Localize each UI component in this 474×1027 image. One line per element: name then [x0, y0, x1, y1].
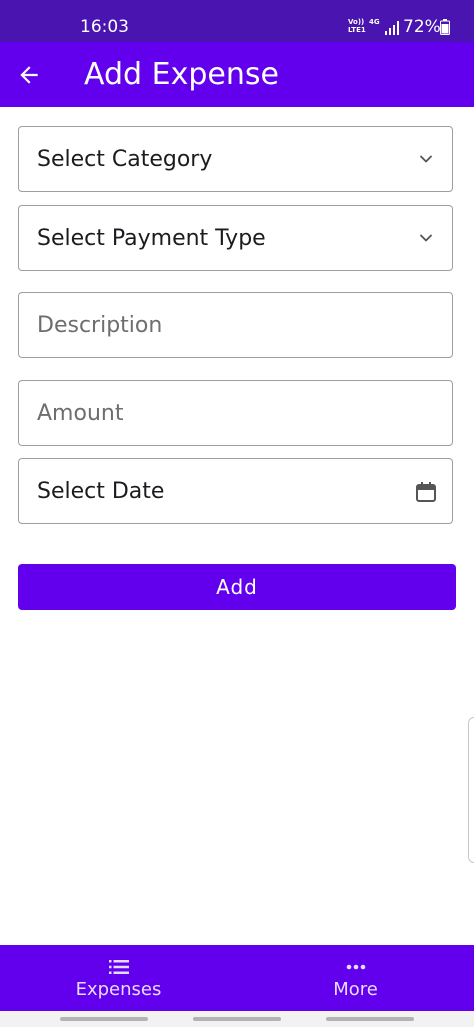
bottom-nav: Expenses More: [0, 945, 474, 1011]
network-label: Vo)) LTE1: [348, 18, 366, 34]
nav-label-expenses: Expenses: [75, 979, 162, 1000]
description-field-container: [18, 292, 453, 358]
nav-label-more: More: [333, 979, 378, 1000]
status-time: 16:03: [80, 17, 129, 37]
gesture-pill: [193, 1017, 281, 1021]
battery-icon: [440, 19, 450, 35]
gesture-pill: [326, 1017, 414, 1021]
gesture-pill: [60, 1017, 148, 1021]
chevron-down-icon: [420, 155, 432, 163]
category-dropdown-label: Select Category: [37, 147, 213, 172]
payment-type-dropdown[interactable]: Select Payment Type: [18, 205, 453, 271]
chevron-down-icon: [420, 234, 432, 242]
more-horizontal-icon: [346, 964, 365, 970]
amount-field-container: [18, 380, 453, 446]
list-icon: [108, 960, 129, 974]
gesture-bar: [0, 1011, 474, 1027]
nav-item-more[interactable]: More: [237, 945, 474, 1011]
date-picker-label: Select Date: [37, 479, 165, 504]
arrow-left-icon[interactable]: [16, 62, 42, 88]
calendar-icon[interactable]: [414, 480, 438, 504]
signal-icon: [385, 21, 399, 35]
scroll-handle[interactable]: [468, 717, 474, 863]
battery-percent: 72%: [403, 17, 441, 37]
date-picker-field[interactable]: Select Date: [18, 458, 453, 524]
payment-type-dropdown-label: Select Payment Type: [37, 226, 266, 251]
page-title: Add Expense: [84, 57, 279, 92]
description-input[interactable]: [19, 293, 452, 357]
app-bar: Add Expense: [0, 42, 474, 107]
amount-input[interactable]: [19, 381, 452, 445]
network-type: 4G: [369, 18, 380, 26]
category-dropdown[interactable]: Select Category: [18, 126, 453, 192]
add-button[interactable]: Add: [18, 564, 456, 610]
nav-item-expenses[interactable]: Expenses: [0, 945, 237, 1011]
status-bar: 16:03 Vo)) LTE1 4G 72%: [0, 0, 474, 42]
